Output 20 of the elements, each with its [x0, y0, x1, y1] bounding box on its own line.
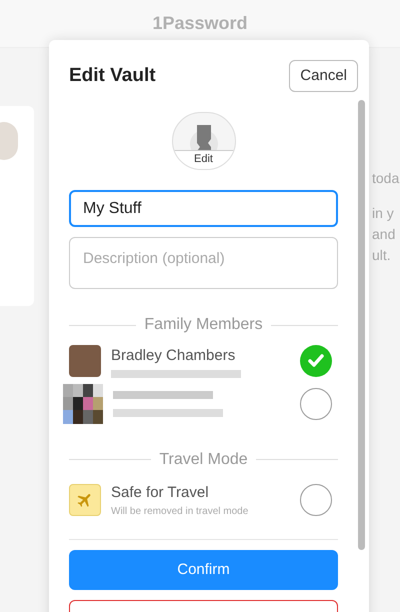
background-text: toda — [372, 169, 400, 188]
dialog-title: Edit Vault — [69, 64, 156, 88]
vault-icon[interactable]: Edit — [172, 112, 236, 170]
name-input[interactable]: My Stuff — [83, 196, 324, 221]
section-heading: Travel Mode — [159, 450, 248, 470]
app-title: 1Password — [152, 12, 248, 35]
member-name: Bradley Chambers — [111, 346, 236, 366]
name-field[interactable]: My Stuff — [69, 190, 338, 228]
airplane-icon — [69, 484, 101, 516]
background-text: in y — [372, 204, 395, 223]
travel-subtitle: Will be removed in travel mode — [111, 505, 250, 520]
background-text: and — [372, 225, 396, 244]
section-heading: Family Members — [144, 315, 263, 336]
travel-title: Safe for Travel — [111, 482, 210, 503]
edit-label: Edit — [194, 152, 213, 168]
background-text: ult. — [372, 246, 392, 265]
description-field[interactable]: Description (optional) — [69, 237, 338, 290]
cancel-button[interactable]: Cancel — [289, 60, 358, 92]
pixelated-avatar — [63, 384, 103, 424]
avatar-photo — [69, 345, 101, 378]
